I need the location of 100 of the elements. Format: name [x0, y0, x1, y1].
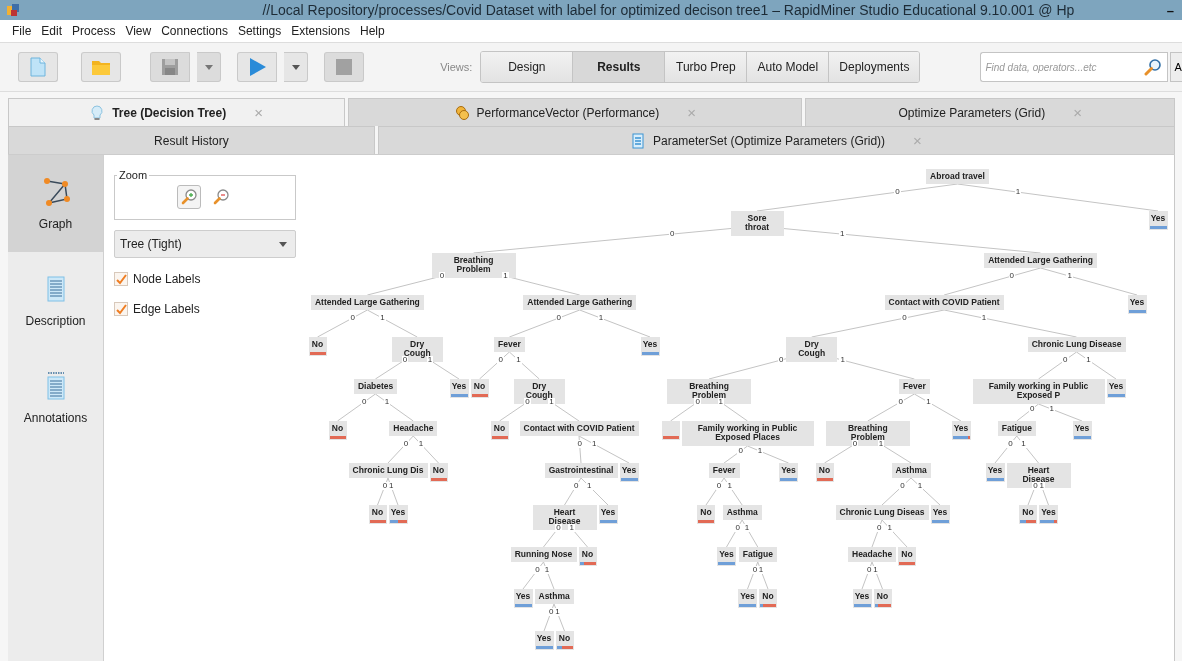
edge-label: 1 — [1038, 482, 1045, 491]
leaf-label: Yes — [1129, 298, 1145, 307]
leaf-label: No — [311, 340, 324, 349]
edge-label: 0 — [548, 608, 555, 617]
menu-item[interactable]: Extensions — [291, 24, 350, 38]
tree-node: Chronic Lung Disease — [1027, 337, 1126, 353]
leaf-label: Yes — [621, 466, 637, 475]
toolbar-button[interactable]: A — [1170, 52, 1182, 82]
edge-label: 1 — [426, 356, 434, 365]
tree-node: Dry Cough — [786, 337, 838, 362]
view-mode-tab[interactable]: Graph — [8, 155, 103, 252]
edge-label: 0 — [901, 314, 908, 323]
result-tab[interactable]: Optimize Parameters (Grid) × — [805, 98, 1175, 126]
window-title: //Local Repository/processes/Covid Dataset with label for optimized decison tree1 – RapidMiner Studio Educational 9.10.001 @ Hp — [261, 2, 1076, 18]
tree-node: Attended Large Gathering — [310, 295, 424, 311]
view-mode-tab[interactable]: Annotations — [8, 349, 103, 446]
leaf-label: Yes — [1108, 382, 1124, 391]
edge-label: 1 — [417, 440, 425, 449]
tab-label: PerformanceVector (Performance) — [476, 105, 660, 120]
tree-node: Headache — [848, 547, 896, 563]
menu-item[interactable]: Process — [72, 24, 116, 38]
nav-label: Annotations — [23, 410, 88, 425]
view-tab[interactable]: Design — [481, 52, 574, 82]
menu-item[interactable]: Connections — [161, 24, 228, 38]
edge-label: 0 — [1032, 482, 1039, 491]
edge-label: 1 — [726, 482, 733, 491]
edge-label: 1 — [548, 398, 555, 407]
group-label: Zoom — [118, 169, 149, 181]
edge-label: 1 — [379, 314, 386, 323]
edge-label: 1 — [543, 566, 551, 575]
leaf-label: Yes — [600, 508, 616, 517]
leaf-label: Yes — [953, 424, 969, 433]
edge-label: 0 — [402, 440, 410, 449]
minimize-button[interactable]: – — [1166, 2, 1174, 18]
edge-label: 0 — [751, 566, 759, 575]
edge-label: 0 — [497, 356, 504, 365]
leaf-label: Yes — [642, 340, 658, 349]
edge-label: 0 — [777, 356, 785, 365]
edge-label: 0 — [715, 482, 723, 491]
view-tab[interactable]: Turbo Prep — [665, 52, 748, 82]
tree-node: Family working in Public Exposed P — [972, 379, 1105, 404]
result-tab[interactable]: Tree (Decision Tree) × — [8, 98, 346, 126]
edge-label: 0 — [694, 398, 701, 407]
view-tab[interactable]: Auto Model — [747, 52, 830, 82]
views-label: Views: — [440, 61, 473, 73]
edge-label: 1 — [839, 230, 846, 239]
leaf-label: No — [700, 508, 712, 517]
tree-node: Chronic Lung Dis — [348, 463, 428, 479]
tree-node: Gastrointestinal — [544, 463, 618, 479]
menu-item[interactable]: Help — [359, 24, 385, 38]
leaf-label: Yes — [1041, 508, 1056, 517]
tree-node: Fever — [898, 379, 930, 395]
edge-label: 1 — [568, 524, 575, 533]
tree-node: Contact with COVID Patient — [884, 295, 1004, 311]
leaf-label: Yes — [719, 550, 734, 559]
edge-label: 0 — [573, 482, 580, 491]
result-tab[interactable]: PerformanceVector (Performance) × — [348, 98, 803, 126]
menu-item[interactable]: Edit — [41, 24, 63, 38]
tab-label: Optimize Parameters (Grid) — [898, 105, 1046, 120]
edge-label: 0 — [866, 566, 873, 575]
edge-label: 0 — [438, 272, 446, 281]
result-tab[interactable]: ParameterSet (Optimize Parameters (Grid)) × — [377, 126, 1175, 154]
edge-label: 0 — [894, 188, 901, 197]
tree-node: Fever — [708, 463, 740, 479]
edge-label: 0 — [576, 440, 584, 449]
view-mode-tab[interactable]: Description — [8, 252, 103, 349]
edge-label: 1 — [388, 482, 395, 491]
menu-item[interactable]: View — [125, 24, 152, 38]
leaf-label: Yes — [1074, 424, 1090, 433]
view-tab[interactable]: Deployments — [829, 52, 920, 82]
edge-label: 0 — [555, 314, 563, 323]
edge-label: 1 — [597, 314, 605, 323]
edge-label: 0 — [1008, 272, 1016, 281]
edge-label: 0 — [897, 398, 904, 407]
edge-label: 0 — [851, 440, 859, 449]
edge-label: 0 — [555, 524, 562, 533]
tree-node: Headache — [389, 421, 438, 437]
view-tab[interactable]: Results — [573, 52, 666, 82]
checkbox-label: Node Labels — [133, 272, 201, 286]
edge-label: 0 — [401, 356, 409, 365]
edge-label: 1 — [743, 524, 751, 533]
tree-node: Fatigue — [738, 547, 777, 563]
menu-item[interactable]: Settings — [237, 24, 282, 38]
leaf-label: No — [818, 466, 831, 475]
edge-label: 1 — [872, 566, 879, 575]
edge-label: 0 — [668, 230, 676, 239]
menu-item[interactable]: File — [12, 24, 32, 38]
leaf-label: Yes — [781, 466, 796, 475]
checkbox-label: Edge Labels — [133, 302, 200, 316]
edge-label: 1 — [717, 398, 724, 407]
leaf-label: Yes — [740, 592, 755, 601]
leaf-label: No — [901, 550, 913, 559]
edge-label: 1 — [925, 398, 932, 407]
tree-node: Attended Large Gathering — [984, 253, 1098, 269]
result-tab[interactable]: Result History — [8, 126, 375, 154]
edge-label: 1 — [515, 356, 522, 365]
edge-label: 0 — [1028, 405, 1036, 414]
leaf-label: No — [762, 592, 774, 601]
layout-dropdown[interactable]: Tree (Tight) — [114, 230, 296, 258]
leaf-label: No — [432, 466, 445, 475]
